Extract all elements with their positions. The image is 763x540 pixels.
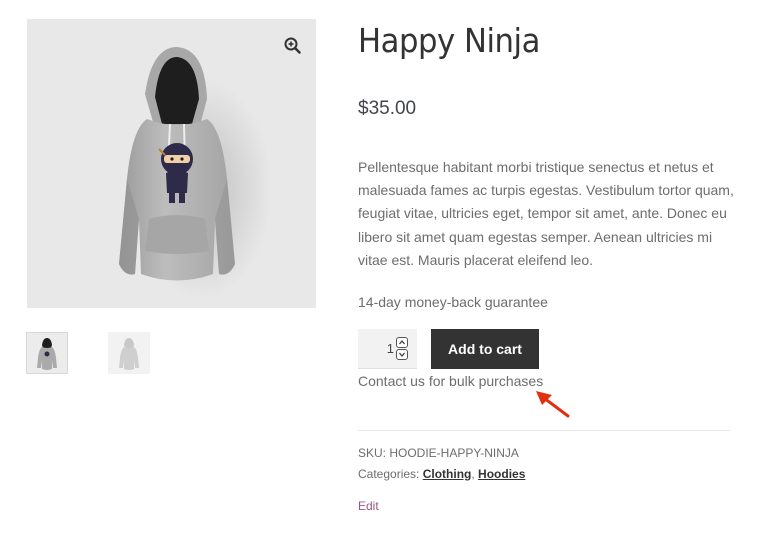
quantity-stepper[interactable]: 1: [358, 329, 417, 369]
product-sku: SKU: HOODIE-HAPPY-NINJA: [358, 446, 519, 460]
thumbnail-image: [37, 338, 57, 370]
product-categories: Categories: Clothing, Hoodies: [358, 467, 525, 481]
hoodie-illustration: [119, 47, 272, 299]
edit-link[interactable]: Edit: [358, 499, 379, 513]
product-description: Pellentesque habitant morbi tristique se…: [358, 159, 734, 268]
quantity-decrease-button[interactable]: [396, 349, 408, 360]
quantity-input[interactable]: 1: [358, 341, 394, 356]
quantity-increase-button[interactable]: [396, 337, 408, 348]
meta-divider: [358, 430, 730, 431]
product-price: $35.00: [358, 98, 417, 119]
categories-label: Categories:: [358, 467, 423, 481]
thumbnail-hoodie-gray[interactable]: [108, 332, 150, 374]
product-page: Happy Ninja $35.00 Pellentesque habitant…: [0, 0, 763, 540]
add-to-cart-button[interactable]: Add to cart: [431, 329, 539, 369]
chevron-up-icon: [399, 340, 405, 345]
sku-value: HOODIE-HAPPY-NINJA: [389, 446, 519, 460]
money-back-guarantee: 14-day money-back guarantee: [358, 294, 548, 310]
bulk-purchase-contact: Contact us for bulk purchases: [358, 373, 544, 389]
sku-label: SKU:: [358, 446, 390, 460]
thumbnail-image: [119, 338, 139, 370]
thumbnail-hoodie-dark[interactable]: [26, 332, 68, 374]
product-main-image[interactable]: [27, 19, 316, 308]
chevron-down-icon: [399, 352, 405, 357]
category-link-clothing[interactable]: Clothing: [423, 467, 472, 481]
zoom-in-icon: [284, 37, 301, 54]
zoom-button[interactable]: [282, 35, 304, 57]
red-arrow-icon: [536, 391, 570, 418]
product-title: Happy Ninja: [358, 21, 540, 60]
category-link-hoodies[interactable]: Hoodies: [478, 467, 525, 481]
